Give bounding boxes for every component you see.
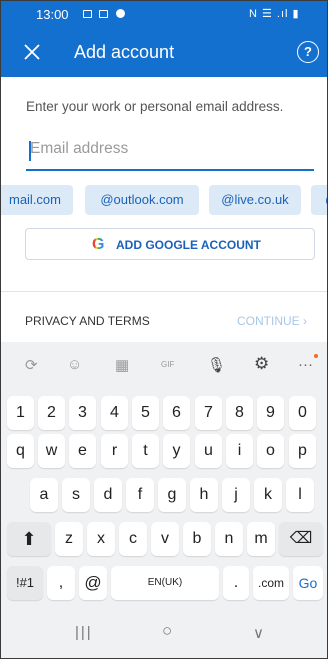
key-o[interactable]: o: [257, 434, 284, 468]
app-notification-icon: [99, 10, 108, 18]
add-google-account-button[interactable]: G ADD GOOGLE ACCOUNT: [25, 228, 315, 260]
key-f[interactable]: f: [126, 478, 154, 512]
key-v[interactable]: v: [151, 522, 179, 556]
key-q[interactable]: q: [7, 434, 34, 468]
settings-icon[interactable]: ⚙: [254, 354, 269, 374]
key-s[interactable]: s: [62, 478, 90, 512]
gallery-notification-icon: [83, 10, 92, 18]
key-u[interactable]: u: [195, 434, 222, 468]
key-9[interactable]: 9: [257, 396, 284, 430]
domain-chip-mail[interactable]: mail.com: [1, 185, 73, 215]
app-bar: Add account ?: [1, 29, 327, 77]
home-button[interactable]: ○: [162, 621, 172, 641]
email-input[interactable]: [26, 135, 314, 158]
key-x[interactable]: x: [87, 522, 115, 556]
phone-screen: 13:00 N ☰ .ıl ▮ Add account ? Enter your…: [0, 0, 328, 659]
help-icon[interactable]: ?: [297, 41, 319, 63]
continue-button[interactable]: CONTINUE ›: [237, 314, 307, 328]
key-d[interactable]: d: [94, 478, 122, 512]
key-l[interactable]: l: [286, 478, 314, 512]
at-key[interactable]: @: [79, 566, 107, 600]
key-k[interactable]: k: [254, 478, 282, 512]
page-title: Add account: [74, 42, 175, 62]
add-google-account-label: ADD GOOGLE ACCOUNT: [116, 238, 261, 252]
key-j[interactable]: j: [222, 478, 250, 512]
period-key[interactable]: .: [223, 566, 249, 600]
key-2[interactable]: 2: [38, 396, 65, 430]
key-c[interactable]: c: [119, 522, 147, 556]
dotcom-key[interactable]: .com: [253, 566, 289, 600]
translate-icon[interactable]: ⟳: [25, 356, 38, 374]
status-indicators: N ☰ .ıl ▮: [249, 8, 300, 20]
key-m[interactable]: m: [247, 522, 275, 556]
keyboard-toolbar: ⟳ ☺ ▦ GIF 🎙 ⚙ ···: [1, 342, 327, 388]
status-time: 13:00: [36, 7, 69, 22]
key-i[interactable]: i: [226, 434, 253, 468]
key-w[interactable]: w: [38, 434, 65, 468]
key-3[interactable]: 3: [69, 396, 96, 430]
emoji-icon[interactable]: ☺: [67, 356, 82, 373]
notification-dot: [314, 354, 318, 358]
domain-chip-live[interactable]: @live.co.uk: [209, 185, 301, 215]
backspace-key[interactable]: ⌫: [279, 522, 323, 556]
key-b[interactable]: b: [183, 522, 211, 556]
back-button[interactable]: ∨: [253, 624, 264, 642]
divider: [1, 291, 327, 292]
sticker-icon[interactable]: ▦: [115, 356, 129, 374]
key-1[interactable]: 1: [7, 396, 34, 430]
domain-chip-more[interactable]: @: [311, 185, 327, 215]
key-e[interactable]: e: [69, 434, 96, 468]
comma-key[interactable]: ,: [47, 566, 75, 600]
key-5[interactable]: 5: [132, 396, 159, 430]
key-a[interactable]: a: [30, 478, 58, 512]
key-7[interactable]: 7: [195, 396, 222, 430]
more-options-icon[interactable]: ···: [298, 356, 313, 373]
space-key[interactable]: EN(UK): [111, 566, 219, 600]
key-8[interactable]: 8: [226, 396, 253, 430]
key-y[interactable]: y: [163, 434, 190, 468]
key-t[interactable]: t: [132, 434, 159, 468]
domain-suggestions: mail.com @outlook.com @live.co.uk @: [1, 185, 327, 215]
privacy-and-terms-link[interactable]: PRIVACY AND TERMS: [25, 314, 150, 328]
symbols-key[interactable]: !#1: [7, 566, 43, 600]
key-p[interactable]: p: [289, 434, 316, 468]
key-4[interactable]: 4: [101, 396, 128, 430]
key-0[interactable]: 0: [289, 396, 316, 430]
email-field-container: [26, 135, 314, 171]
key-n[interactable]: n: [215, 522, 243, 556]
key-r[interactable]: r: [101, 434, 128, 468]
key-g[interactable]: g: [158, 478, 186, 512]
key-z[interactable]: z: [55, 522, 83, 556]
go-key[interactable]: Go: [293, 566, 323, 600]
recents-button[interactable]: |||: [75, 624, 93, 641]
status-bar: 13:00 N ☰ .ıl ▮: [1, 1, 327, 29]
system-nav-bar: ||| ○ ∨: [1, 610, 327, 658]
onscreen-keyboard: ⟳ ☺ ▦ GIF 🎙 ⚙ ··· 1 2 3 4 5 6 7 8 9 0 q …: [1, 342, 327, 658]
shift-key[interactable]: ⬆: [7, 522, 51, 556]
key-6[interactable]: 6: [163, 396, 190, 430]
microphone-icon[interactable]: 🎙: [207, 356, 226, 374]
messenger-notification-icon: [116, 9, 125, 18]
email-instruction: Enter your work or personal email addres…: [26, 99, 284, 114]
google-logo-icon: G: [92, 236, 105, 253]
text-cursor: [29, 141, 31, 161]
key-h[interactable]: h: [190, 478, 218, 512]
close-icon[interactable]: [22, 42, 42, 62]
domain-chip-outlook[interactable]: @outlook.com: [85, 185, 199, 215]
gif-icon[interactable]: GIF: [161, 360, 174, 369]
